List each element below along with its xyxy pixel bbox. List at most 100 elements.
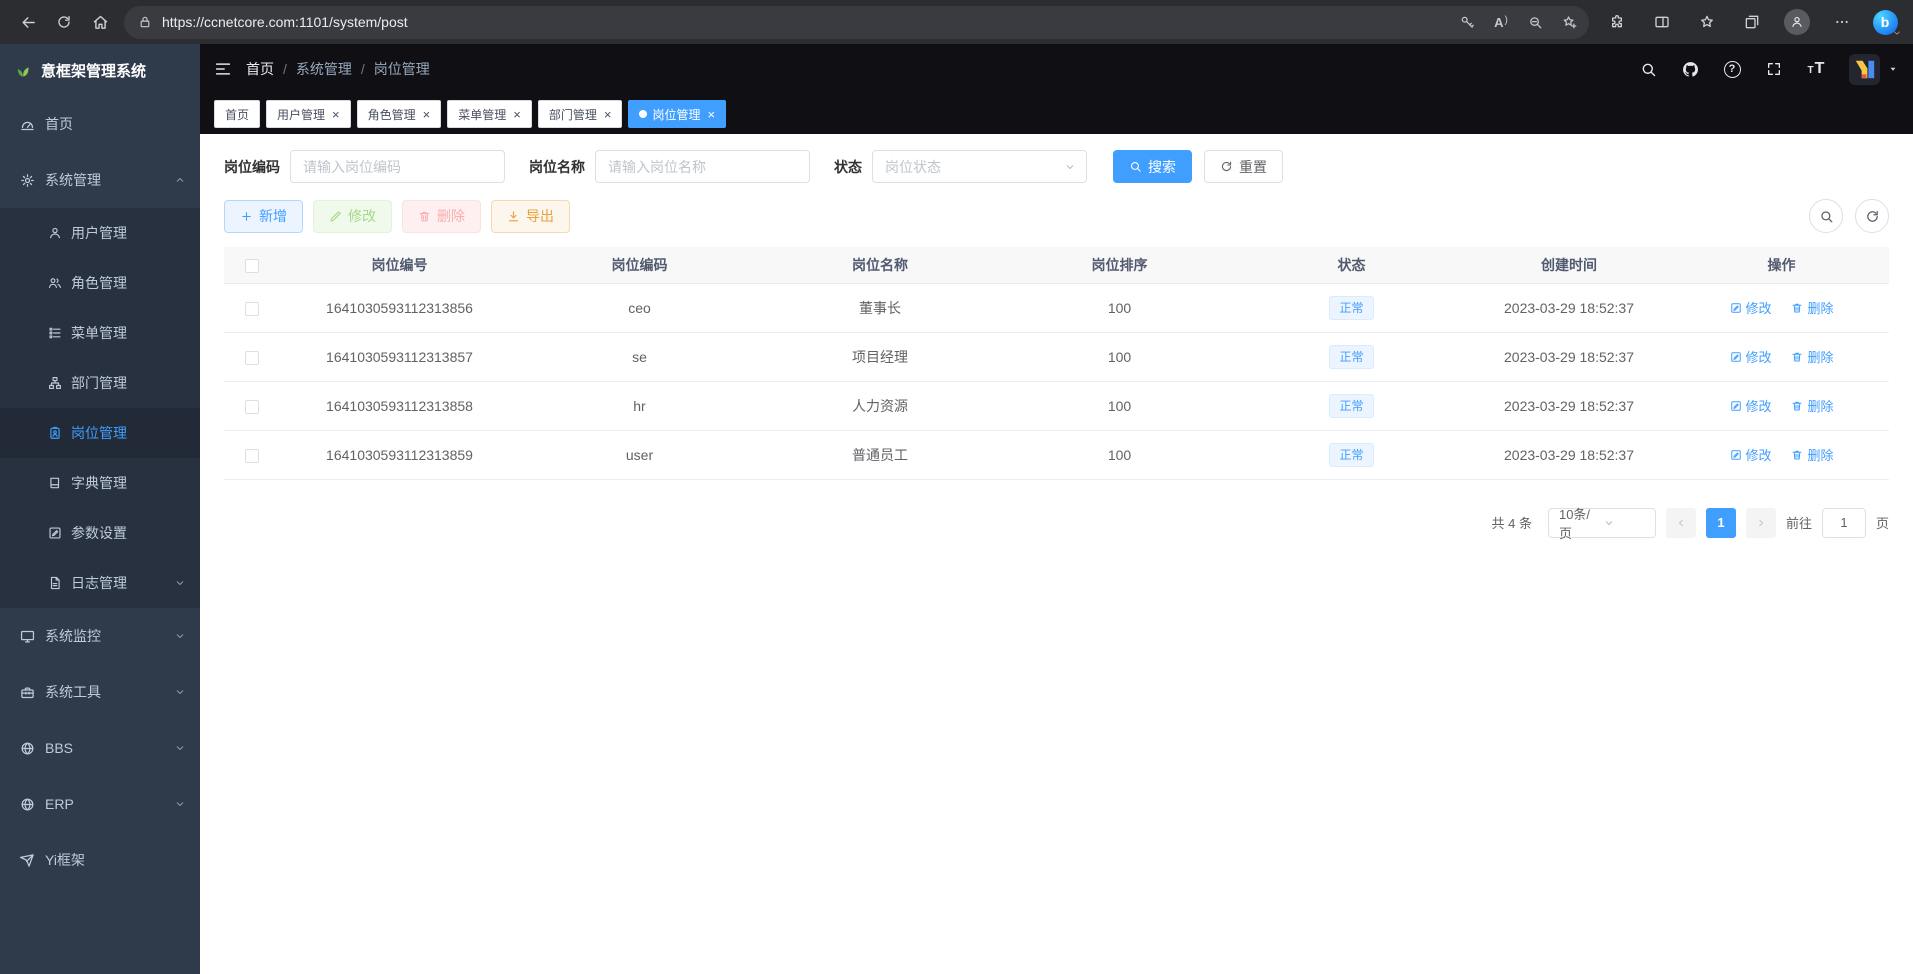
table-row: 1641030593112313858 hr 人力资源 100 正常 2023-… [224,381,1889,430]
url-text[interactable]: https://ccnetcore.com:1101/system/post [162,14,1447,30]
browser-profile-button[interactable] [1781,6,1813,38]
sidebar-item-dict-management[interactable]: 字典管理 [0,458,200,508]
chevron-right-icon [1755,517,1767,529]
browser-back-button[interactable] [10,5,46,39]
zoom-button[interactable] [1521,8,1549,36]
tab-label: 首页 [225,106,249,123]
app-logo: 意框架管理系统 [0,44,200,96]
tab-menu-management[interactable]: 菜单管理× [447,100,532,128]
row-edit-link[interactable]: 修改 [1730,445,1772,464]
sidebar-item-system-management[interactable]: 系统管理 [0,152,200,208]
row-checkbox[interactable] [245,400,259,414]
sidebar-item-menu-management[interactable]: 菜单管理 [0,308,200,358]
sidebar-item-role-management[interactable]: 角色管理 [0,258,200,308]
tab-home[interactable]: 首页 [214,100,260,128]
sidebar-item-erp[interactable]: ERP [0,776,200,832]
search-icon [1129,160,1142,173]
tab-post-management[interactable]: 岗位管理× [628,100,726,128]
breadcrumb-home[interactable]: 首页 [246,59,274,79]
book-icon [48,476,62,490]
font-size-button[interactable]: T [1799,52,1833,86]
page-size-select[interactable]: 10条/页 [1548,508,1656,538]
address-bar[interactable]: https://ccnetcore.com:1101/system/post A [124,6,1589,39]
close-icon[interactable]: × [332,108,340,121]
cell-post-code: se [519,332,760,381]
row-edit-link[interactable]: 修改 [1730,298,1772,317]
row-checkbox[interactable] [245,449,259,463]
docs-button[interactable]: ? [1715,52,1749,86]
tab-user-management[interactable]: 用户管理× [266,100,351,128]
fullscreen-button[interactable] [1757,52,1791,86]
split-screen-button[interactable] [1646,6,1678,38]
refresh-table-button[interactable] [1855,199,1889,233]
sidebar-item-bbs[interactable]: BBS [0,720,200,776]
row-delete-link[interactable]: 删除 [1791,445,1833,464]
breadcrumb-separator: / [361,61,365,77]
status-select[interactable]: 岗位状态 [872,150,1087,183]
close-icon[interactable]: × [604,108,612,121]
delete-button[interactable]: 删除 [402,200,481,233]
sidebar-item-param-settings[interactable]: 参数设置 [0,508,200,558]
status-select-placeholder: 岗位状态 [885,157,1064,177]
reset-button[interactable]: 重置 [1204,150,1283,183]
cell-post-id: 1641030593112313858 [280,381,519,430]
sidebar-item-label: Yi框架 [45,850,85,870]
sidebar-item-user-management[interactable]: 用户管理 [0,208,200,258]
page-1-button[interactable]: 1 [1706,508,1736,538]
row-edit-link[interactable]: 修改 [1730,347,1772,366]
sidebar-item-system-monitor[interactable]: 系统监控 [0,608,200,664]
caret-down-icon [1887,63,1899,75]
row-delete-link[interactable]: 删除 [1791,396,1833,415]
read-aloud-button[interactable]: A [1487,8,1515,36]
sidebar-item-yi-framework[interactable]: Yi框架 [0,832,200,888]
close-icon[interactable]: × [707,108,715,121]
trash-icon [418,210,431,223]
prev-page-button[interactable] [1666,508,1696,538]
github-button[interactable] [1673,52,1707,86]
sidebar-item-label: 用户管理 [71,223,127,243]
sidebar-toggle-button[interactable] [214,60,232,78]
tab-role-management[interactable]: 角色管理× [357,100,442,128]
monitor-icon [20,629,35,644]
font-size-icon: T [1808,61,1825,77]
extensions-button[interactable] [1601,6,1633,38]
sidebar-item-dept-management[interactable]: 部门管理 [0,358,200,408]
row-delete-link[interactable]: 删除 [1791,298,1833,317]
user-dropdown[interactable] [1849,54,1899,85]
export-button[interactable]: 导出 [491,200,570,233]
tab-dept-management[interactable]: 部门管理× [538,100,623,128]
system-management-submenu: 用户管理 角色管理 菜单管理 部门管理 岗位管理 [0,208,200,608]
search-button[interactable]: 搜索 [1113,150,1192,183]
favorites-button[interactable] [1691,6,1723,38]
row-checkbox[interactable] [245,351,259,365]
row-delete-link[interactable]: 删除 [1791,347,1833,366]
browser-menu-button[interactable] [1826,6,1858,38]
close-icon[interactable]: × [513,108,521,121]
add-button[interactable]: 新增 [224,200,303,233]
cell-created: 2023-03-29 18:52:37 [1464,381,1674,430]
add-favorite-button[interactable] [1555,8,1583,36]
browser-refresh-button[interactable] [46,5,82,39]
sidebar-item-post-management[interactable]: 岗位管理 [0,408,200,458]
close-icon[interactable]: × [423,108,431,121]
post-name-input[interactable] [595,150,810,183]
cell-post-id: 1641030593112313857 [280,332,519,381]
toggle-search-button[interactable] [1809,199,1843,233]
collections-button[interactable] [1736,6,1768,38]
post-table: 岗位编号 岗位编码 岗位名称 岗位排序 状态 创建时间 操作 16410305 [224,247,1889,480]
post-code-input[interactable] [290,150,505,183]
sidebar-item-log-management[interactable]: 日志管理 [0,558,200,608]
row-checkbox[interactable] [245,302,259,316]
browser-home-button[interactable] [82,5,118,39]
copilot-button[interactable]: b [1871,6,1903,38]
saved-password-button[interactable] [1453,8,1481,36]
edit-button[interactable]: 修改 [313,200,392,233]
row-edit-link[interactable]: 修改 [1730,396,1772,415]
sidebar-item-system-tools[interactable]: 系统工具 [0,664,200,720]
select-all-checkbox[interactable] [245,259,259,273]
goto-page-input[interactable] [1822,508,1866,538]
table-tools [1809,199,1889,233]
header-search-button[interactable] [1631,52,1665,86]
next-page-button[interactable] [1746,508,1776,538]
sidebar-item-home[interactable]: 首页 [0,96,200,152]
